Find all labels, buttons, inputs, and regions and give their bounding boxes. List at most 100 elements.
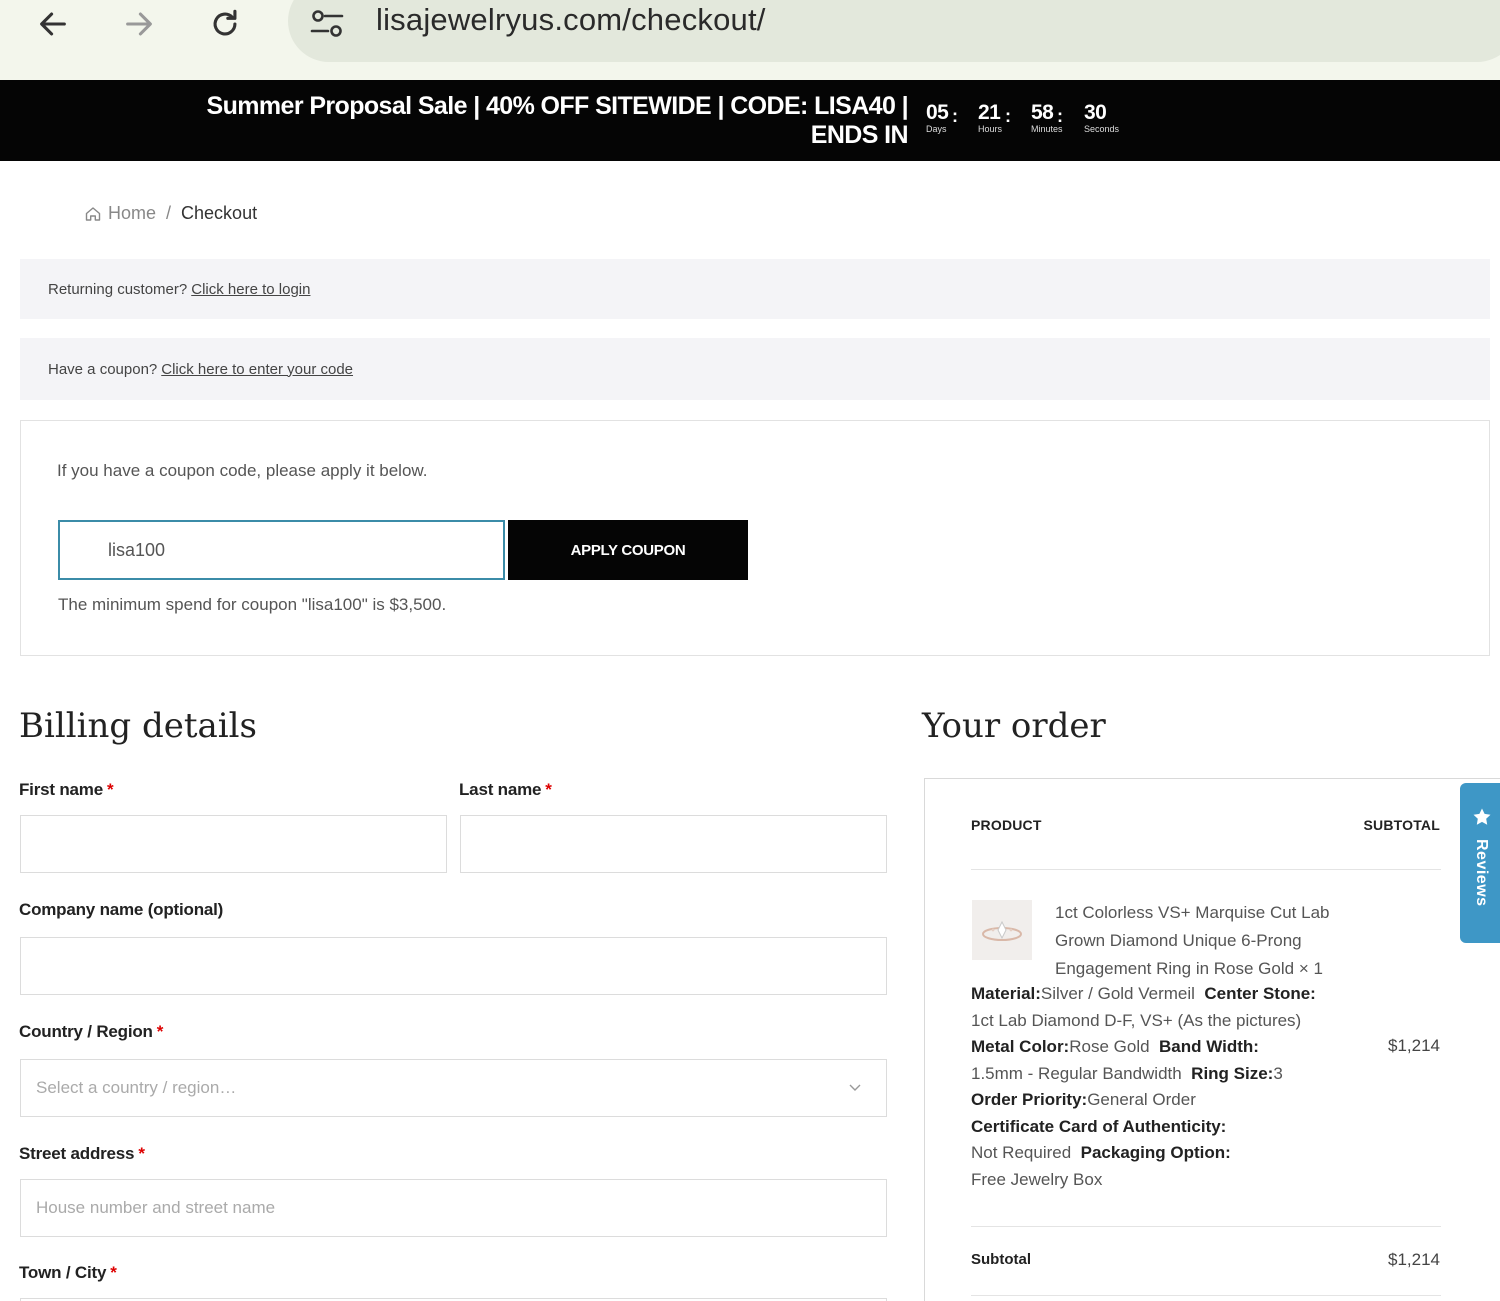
breadcrumb-current: Checkout	[181, 203, 258, 223]
subtotal-value: $1,214	[1388, 1250, 1440, 1269]
countdown-separator: :	[952, 106, 958, 126]
attr-value: Rose Gold	[1069, 1037, 1150, 1056]
street-placeholder: House number and street name	[36, 1198, 276, 1217]
coupon-hint: If you have a coupon code, please apply …	[57, 461, 428, 480]
attr-value: 3	[1273, 1063, 1283, 1083]
line-total: $1,214	[1388, 1036, 1440, 1055]
countdown-value: 05	[926, 101, 949, 124]
back-button[interactable]	[31, 2, 75, 46]
street-label: Street address *	[19, 1144, 145, 1164]
attr-value: 1.5mm - Regular Bandwidth	[971, 1063, 1182, 1083]
required-mark: *	[156, 1022, 164, 1041]
promo-line-1: Summer Proposal Sale | 40% OFF SITEWIDE …	[206, 92, 909, 120]
arrow-right-icon	[126, 12, 152, 36]
returning-customer-notice: Returning customer? Click here to login	[20, 259, 1490, 319]
billing-title: Billing details	[19, 706, 257, 746]
reviews-tab[interactable]: Reviews	[1460, 783, 1500, 943]
attr-value: Free Jewelry Box	[971, 1169, 1103, 1189]
first-name-field[interactable]	[20, 815, 447, 873]
last-name-label-text: Last name	[459, 780, 542, 799]
company-field[interactable]	[20, 937, 887, 995]
product-name: 1ct Colorless VS+ Marquise Cut Lab Grown…	[1055, 899, 1375, 983]
countdown-value: 30	[1084, 101, 1107, 124]
attr-label: Order Priority:	[971, 1090, 1088, 1109]
required-mark: *	[106, 780, 114, 799]
product-column-header: PRODUCT	[971, 817, 1042, 833]
forward-button[interactable]	[117, 2, 161, 46]
country-label-text: Country / Region	[19, 1022, 153, 1041]
promo-line-2: ENDS IN	[810, 121, 909, 149]
product-title: 1ct Colorless VS+ Marquise Cut Lab Grown…	[1055, 903, 1330, 978]
required-mark: *	[138, 1144, 145, 1163]
countdown-unit: Hours	[978, 124, 1003, 134]
attr-value: 1ct Lab Diamond D-F, VS+ (As the picture…	[971, 1010, 1302, 1030]
countdown-unit: Days	[926, 124, 947, 134]
divider	[971, 869, 1441, 870]
product-attributes: Material:Silver / Gold Vermeil Center St…	[971, 981, 1391, 1193]
chevron-down-icon	[849, 1084, 861, 1091]
countdown-seconds: 30 Seconds	[1084, 101, 1120, 135]
apply-coupon-button[interactable]: APPLY COUPON	[508, 520, 748, 580]
star-icon	[1473, 808, 1491, 825]
street-label-text: Street address	[19, 1144, 135, 1163]
attr-value: General Order	[1087, 1090, 1196, 1109]
required-mark: *	[110, 1263, 117, 1282]
coupon-code-input[interactable]	[58, 520, 505, 580]
promo-text: Summer Proposal Sale | 40% OFF SITEWIDE …	[206, 92, 909, 150]
ring-image	[982, 920, 1022, 941]
required-mark: *	[545, 780, 552, 799]
attr-value: Not Required	[971, 1143, 1072, 1162]
breadcrumb-separator: /	[166, 203, 172, 223]
countdown-value: 21	[978, 101, 1001, 124]
countdown-hours: 21 Hours	[978, 101, 1003, 135]
coupon-form: If you have a coupon code, please apply …	[20, 420, 1490, 656]
city-label-text: Town / City	[19, 1263, 107, 1282]
last-name-field[interactable]	[460, 815, 887, 873]
city-label: Town / City *	[19, 1263, 117, 1283]
enter-coupon-link[interactable]: Click here to enter your code	[161, 361, 353, 378]
divider	[971, 1295, 1441, 1296]
site-info-icon[interactable]	[306, 4, 348, 44]
country-select[interactable]: Select a country / region…	[20, 1059, 887, 1117]
url-text[interactable]: lisajewelryus.com/checkout/	[376, 2, 766, 38]
first-name-label-text: First name	[19, 780, 103, 799]
attr-label: Metal Color:	[971, 1037, 1070, 1056]
coupon-notice: Have a coupon? Click here to enter your …	[20, 338, 1490, 400]
attr-label: Packaging Option:	[1080, 1143, 1231, 1162]
subtotal-label: Subtotal	[971, 1251, 1031, 1268]
home-icon	[85, 206, 101, 221]
breadcrumb: Home / Checkout	[84, 203, 257, 224]
product-thumbnail	[972, 900, 1032, 960]
countdown-separator: :	[1057, 106, 1063, 126]
product-quantity: × 1	[1298, 959, 1323, 978]
first-name-label: First name *	[19, 780, 114, 800]
arrow-left-icon	[40, 12, 66, 36]
attr-label: Material:	[971, 984, 1041, 1003]
login-link[interactable]: Click here to login	[191, 281, 310, 298]
promo-banner: Summer Proposal Sale | 40% OFF SITEWIDE …	[0, 80, 1500, 161]
countdown-unit: Seconds	[1084, 124, 1120, 134]
countdown-separator: :	[1005, 106, 1011, 126]
attr-value: Silver / Gold Vermeil	[1040, 984, 1195, 1003]
reviews-label: Reviews	[1473, 839, 1490, 907]
divider	[971, 1226, 1441, 1227]
attr-label: Ring Size:	[1191, 1063, 1274, 1083]
attr-label: Center Stone:	[1204, 984, 1316, 1003]
browser-toolbar: lisajewelryus.com/checkout/	[0, 0, 1500, 80]
breadcrumb-home-link[interactable]: Home	[108, 203, 156, 224]
order-review: PRODUCT SUBTOTAL 1ct Colorless VS+ Marqu…	[924, 778, 1500, 1301]
last-name-label: Last name *	[459, 780, 552, 800]
attr-label: Band Width:	[1159, 1037, 1259, 1056]
coupon-error-message: The minimum spend for coupon "lisa100" i…	[58, 595, 447, 614]
order-title: Your order	[922, 706, 1106, 746]
countdown-days: 05 Days	[926, 101, 949, 135]
attr-label: Certificate Card of Authenticity:	[971, 1116, 1227, 1136]
street-address-field[interactable]: House number and street name	[20, 1179, 887, 1237]
company-label: Company name (optional)	[19, 900, 224, 919]
coupon-notice-text: Have a coupon?	[48, 360, 158, 378]
subtotal-column-header: SUBTOTAL	[1363, 817, 1440, 833]
reload-icon	[213, 9, 237, 36]
country-placeholder: Select a country / region…	[36, 1078, 237, 1097]
returning-customer-text: Returning customer?	[48, 280, 188, 298]
reload-button[interactable]	[203, 2, 247, 46]
